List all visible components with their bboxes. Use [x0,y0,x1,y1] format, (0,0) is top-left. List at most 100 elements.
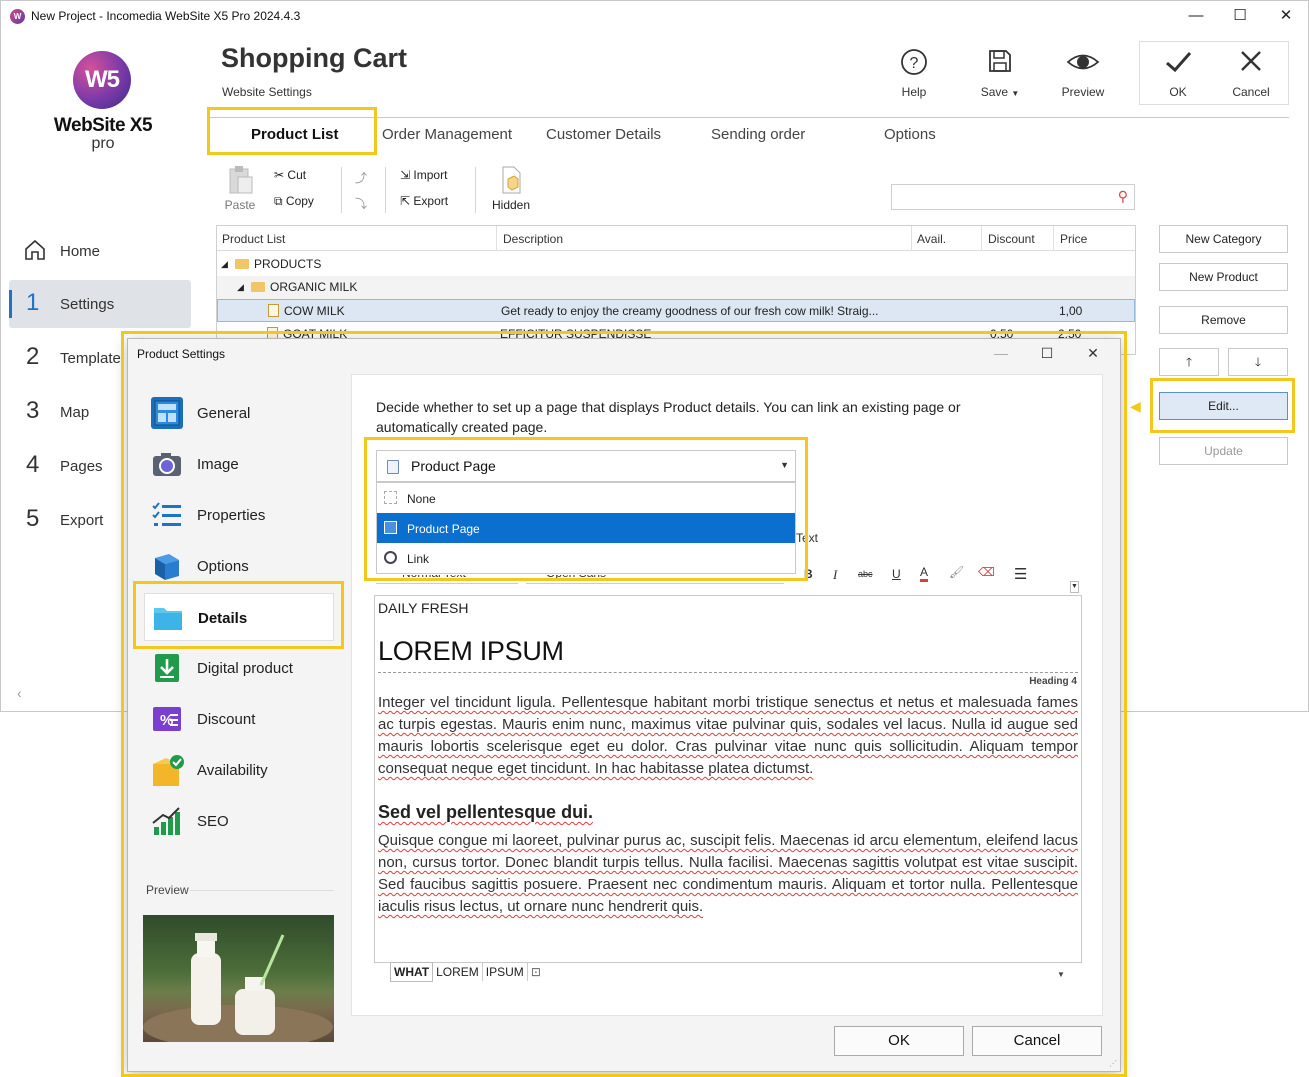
category-digital-product[interactable]: Digital product [144,644,334,692]
table-row[interactable]: COW MILK Get ready to enjoy the creamy g… [217,299,1135,322]
checklist-icon [151,499,183,531]
search-input[interactable]: ⚲ [891,184,1135,210]
cancel-label: Cancel [1232,85,1270,99]
copy-button[interactable]: ⧉ Copy [274,194,314,209]
category-general[interactable]: General [144,389,334,437]
checkmark-icon [1143,47,1213,81]
category-image[interactable]: Image [144,440,334,488]
breadcrumb-item[interactable]: WHAT [390,962,434,982]
save-button[interactable]: Save ▼ [965,47,1035,99]
category-seo[interactable]: SEO [144,797,334,845]
dialog-cancel-button[interactable]: Cancel [972,1026,1102,1056]
new-category-button[interactable]: New Category [1159,225,1288,253]
collapse-sidebar-icon[interactable]: ‹ [17,685,22,701]
close-button[interactable]: ✕ [1271,5,1301,27]
option-product-page[interactable]: Product Page [377,513,795,543]
rich-text-editor[interactable]: DAILY FRESH LOREM IPSUM Heading 4 Intege… [374,595,1082,963]
sidebar-item-home[interactable]: Home [9,227,191,275]
maximize-button[interactable]: ☐ [1225,5,1255,27]
font-select[interactable]: Open Sans [526,575,784,584]
column-header[interactable]: Description [503,232,563,246]
clear-format-icon[interactable]: ⌫ [978,565,995,579]
cancel-button[interactable]: Cancel [1216,47,1286,99]
paste-label: Paste [224,198,256,212]
tab-sending-order[interactable]: Sending order [711,126,805,143]
paste-button[interactable]: Paste [223,165,257,212]
sidebar-item-settings[interactable]: 1 Settings [9,280,191,328]
pointer-arrow-icon: ◀ [1130,398,1141,414]
ribbon-separator [475,167,476,213]
hidden-button[interactable]: Hidden [490,165,532,212]
style-select[interactable]: Normal Text [376,575,518,584]
help-button[interactable]: ? Help [879,47,949,99]
column-header[interactable]: Price [1060,232,1087,246]
breadcrumb-item[interactable]: IPSUM [483,963,528,981]
tab-order-management[interactable]: Order Management [382,126,512,143]
page-type-select[interactable]: Product Page ▼ [376,450,796,482]
expand-toggle-icon[interactable]: ◢ [221,259,228,270]
category-label: Options [197,558,249,575]
font-color-icon[interactable]: A [920,565,929,582]
move-down-tree-icon[interactable]: ⤵ [355,195,367,212]
italic-button[interactable]: I [833,567,837,583]
option-none[interactable]: None [377,483,795,513]
remove-button[interactable]: Remove [1159,306,1288,334]
category-label: SEO [197,813,229,830]
title-bar: W New Project - Incomedia WebSite X5 Pro… [1,1,1308,31]
category-label: General [197,405,251,422]
category-options[interactable]: Options [144,542,334,590]
search-icon[interactable]: ⚲ [1118,188,1128,205]
dialog-ok-button[interactable]: OK [834,1026,964,1056]
move-down-button[interactable]: 🡓 [1228,348,1288,376]
column-divider [1053,226,1054,251]
expand-toggle-icon[interactable]: ◢ [237,282,244,293]
breadcrumb-item[interactable]: LOREM [433,963,483,981]
update-button[interactable]: Update [1159,437,1288,465]
edit-button[interactable]: Edit... [1159,392,1288,420]
move-up-tree-icon[interactable]: ⤴ [355,169,367,186]
camera-icon [151,448,183,480]
dialog-minimize-button[interactable]: — [986,343,1016,363]
breadcrumb-chevron-icon[interactable]: ▼ [1057,970,1065,979]
import-button[interactable]: ⇲ Import [400,168,447,182]
table-row[interactable]: ◢ ORGANIC MILK [217,276,1135,299]
page-type-value: Product Page [411,458,496,474]
dialog-close-button[interactable]: ✕ [1078,343,1108,363]
category-discount[interactable]: % Discount [144,695,334,743]
ok-button[interactable]: OK [1143,47,1213,99]
resize-grip-icon[interactable]: ⋰ [1109,1059,1117,1068]
column-header[interactable]: Avail. [917,232,946,246]
dialog-maximize-button[interactable]: ☐ [1032,343,1062,363]
sidebar-item-label: Pages [60,458,103,475]
tag-icon[interactable]: ⊡ [528,963,544,981]
highlight-icon[interactable]: 🖌 [949,565,964,579]
product-list-grid[interactable]: Product List Description Avail. Discount… [216,225,1136,355]
tab-product-list[interactable]: Product List [251,126,339,143]
category-availability[interactable]: Availability [144,746,334,794]
tab-options[interactable]: Options [884,126,936,143]
column-header[interactable]: Product List [222,232,285,246]
table-row[interactable]: ◢ PRODUCTS [217,253,1135,276]
column-divider [911,226,912,251]
chevron-down-icon[interactable]: ▼ [780,460,789,470]
underline-button[interactable]: U [892,567,901,581]
logo-name: WebSite X5 [53,115,153,136]
sidebar-item-label: Home [60,243,101,260]
bullet-list-icon[interactable]: ☰ [1014,565,1027,583]
column-header[interactable]: Discount [988,232,1035,246]
category-properties[interactable]: Properties [144,491,334,539]
cut-button[interactable]: ✂ Cut [274,168,306,182]
category-details[interactable]: Details [144,593,334,641]
move-up-button[interactable]: 🡑 [1159,348,1219,376]
bold-button[interactable]: B [804,567,813,581]
minimize-button[interactable]: — [1181,5,1211,27]
new-product-button[interactable]: New Product [1159,263,1288,291]
tab-customer-details[interactable]: Customer Details [546,126,661,143]
ok-label: OK [1169,85,1187,99]
category-label: Properties [197,507,266,524]
option-link[interactable]: Link [377,543,795,573]
strikethrough-button[interactable]: abc [858,569,873,579]
export-button[interactable]: ⇱ Export [400,194,448,208]
preview-button[interactable]: Preview [1048,47,1118,99]
toolbar-expand-icon[interactable]: ▼ [1070,581,1079,593]
